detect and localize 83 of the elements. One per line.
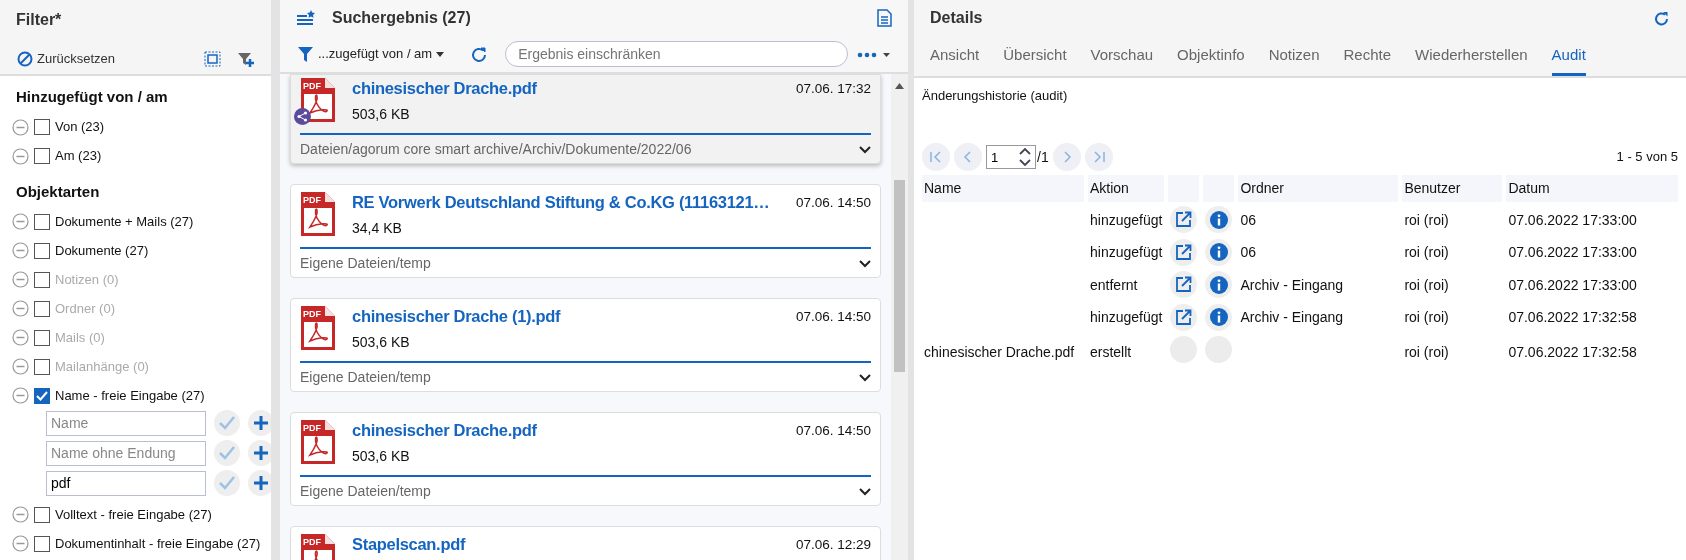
- modified-date: 07.06. 12:29: [795, 536, 871, 554]
- table-cell-text: erstellt: [1089, 343, 1133, 362]
- table-cell-text: roi (roi): [1403, 210, 1450, 230]
- tab[interactable]: Vorschau: [1090, 38, 1154, 76]
- table-cell-text: Archiv - Eingang: [1239, 308, 1345, 328]
- file-name-link[interactable]: Stapelscan.pdf: [352, 533, 780, 555]
- pdf-file-icon: PDF: [300, 419, 336, 465]
- page-number-field[interactable]: 1: [986, 145, 1036, 169]
- panel-title: Details: [930, 8, 983, 28]
- input-field[interactable]: pdf: [46, 470, 206, 496]
- input-field[interactable]: Name: [46, 410, 206, 436]
- pdf-file-icon: PDF: [300, 77, 336, 123]
- filter-label[interactable]: Dokumente (27): [55, 240, 149, 261]
- pdf-file-icon: PDF: [300, 191, 336, 237]
- filter-label[interactable]: Von (23): [55, 117, 105, 137]
- modified-date: 07.06. 14:50: [795, 422, 871, 440]
- result-card[interactable]: PDF chinesischer Drache (1).pdf 503,6 KB 07.06. 14:50 Eigene Dateien/temp: [290, 298, 881, 392]
- panel-title: Filter*: [16, 10, 63, 30]
- column-header: Benutzer: [1402, 175, 1503, 202]
- table-cell-text: 06: [1239, 210, 1257, 230]
- column-header: Ordner: [1238, 175, 1399, 202]
- tab[interactable]: Audit: [1551, 38, 1586, 76]
- file-name-link[interactable]: chinesischer Drache.pdf: [352, 419, 780, 441]
- column-header: Name: [922, 175, 1084, 202]
- filter-label[interactable]: Volltext - freie Eingabe (27): [55, 504, 212, 525]
- table-cell-text: roi (roi): [1403, 343, 1450, 362]
- table-cell-text: roi (roi): [1403, 275, 1450, 295]
- table-cell-text: chinesischer Drache.pdf: [923, 343, 1076, 362]
- filter-label[interactable]: Name - freie Eingabe (27): [55, 385, 205, 406]
- table-cell-text: hinzugefügt: [1089, 308, 1164, 328]
- folder-path: Eigene Dateien/temp: [300, 482, 431, 501]
- pdf-file-icon: PDF: [300, 533, 336, 560]
- record-range: 1 - 5 von 5: [1616, 148, 1678, 167]
- table-cell-text: roi (roi): [1403, 308, 1450, 328]
- result-card[interactable]: PDF chinesischer Drache.pdf 503,6 KB 07.06. 14:50 Eigene Dateien/temp: [290, 412, 881, 506]
- table-cell-text: 07.06.2022 17:33:00: [1507, 210, 1638, 230]
- column-header: Aktion: [1088, 175, 1165, 202]
- table-cell-text: entfernt: [1089, 275, 1139, 295]
- table-cell-text: hinzugefügt: [1089, 210, 1164, 230]
- column-header: Datum: [1506, 175, 1678, 202]
- folder-path: Eigene Dateien/temp: [300, 254, 431, 273]
- reset-button[interactable]: Zurücksetzen: [16, 48, 117, 70]
- tab[interactable]: Ansicht: [930, 38, 980, 76]
- filter-label[interactable]: Am (23): [55, 146, 102, 166]
- file-size: 503,6 KB: [352, 333, 411, 352]
- table-cell-text: 07.06.2022 17:32:58: [1507, 343, 1638, 362]
- filter-label[interactable]: Dokumente + Mails (27): [55, 211, 194, 232]
- table-cell-text: Archiv - Eingang: [1239, 275, 1345, 295]
- table-cell-text: 07.06.2022 17:32:58: [1507, 308, 1638, 328]
- file-name-link[interactable]: RE Vorwerk Deutschland Stiftung & Co.KG (11163121…: [352, 191, 780, 213]
- pdf-file-icon: PDF: [300, 305, 336, 351]
- tab[interactable]: Notizen: [1268, 38, 1320, 76]
- table-cell-text: 06: [1239, 243, 1257, 263]
- section-heading: Objektarten: [16, 181, 101, 202]
- result-card[interactable]: PDF RE Vorwerk Deutschland Stiftung & Co.KG (11163121… 34,4 KB 07.06. 14:50 Eigene Dateien/temp: [290, 184, 881, 278]
- section-heading: Änderungshistorie (audit): [922, 86, 1069, 105]
- tab[interactable]: Übersicht: [1003, 38, 1067, 76]
- table-cell-text: 07.06.2022 17:33:00: [1507, 275, 1638, 295]
- panel-title: Suchergebnis (27): [332, 8, 471, 28]
- file-name-link[interactable]: chinesischer Drache.pdf: [352, 77, 780, 99]
- result-card[interactable]: PDF Stapelscan.pdf 07.06. 12:29: [290, 526, 881, 560]
- table-cell-text: 07.06.2022 17:33:00: [1507, 243, 1638, 263]
- search-field[interactable]: Ergebnis einschränken: [505, 41, 848, 67]
- tab[interactable]: Wiederherstellen: [1415, 38, 1528, 76]
- folder-path: Eigene Dateien/temp: [300, 368, 431, 387]
- file-name-link[interactable]: chinesischer Drache (1).pdf: [352, 305, 780, 327]
- result-card[interactable]: PDF chinesischer Drache.pdf 503,6 KB 07.06. 17:32 Dateien/agorum core smart archive/Archiv/Dokumente/2022/06: [290, 74, 881, 164]
- tab[interactable]: Objektinfo: [1177, 38, 1245, 76]
- filter-label[interactable]: Dokumentinhalt - freie Eingabe (27): [55, 533, 261, 554]
- file-size: 34,4 KB: [352, 219, 403, 238]
- file-size: 503,6 KB: [352, 447, 411, 466]
- file-size: 503,6 KB: [352, 105, 411, 124]
- filter-dropdown[interactable]: ...zugefügt von / am: [296, 43, 446, 65]
- table-cell-text: roi (roi): [1403, 243, 1450, 263]
- modified-date: 07.06. 17:32: [795, 80, 871, 98]
- modified-date: 07.06. 14:50: [795, 194, 871, 212]
- folder-path: Dateien/agorum core smart archive/Archiv/Dokumente/2022/06: [300, 140, 692, 159]
- section-heading: Hinzugefügt von / am: [16, 87, 169, 107]
- modified-date: 07.06. 14:50: [795, 308, 871, 326]
- input-field[interactable]: Name ohne Endung: [46, 440, 206, 466]
- table-cell-text: hinzugefügt: [1089, 243, 1164, 263]
- page-total: /1: [1037, 147, 1049, 167]
- tab[interactable]: Rechte: [1343, 38, 1392, 76]
